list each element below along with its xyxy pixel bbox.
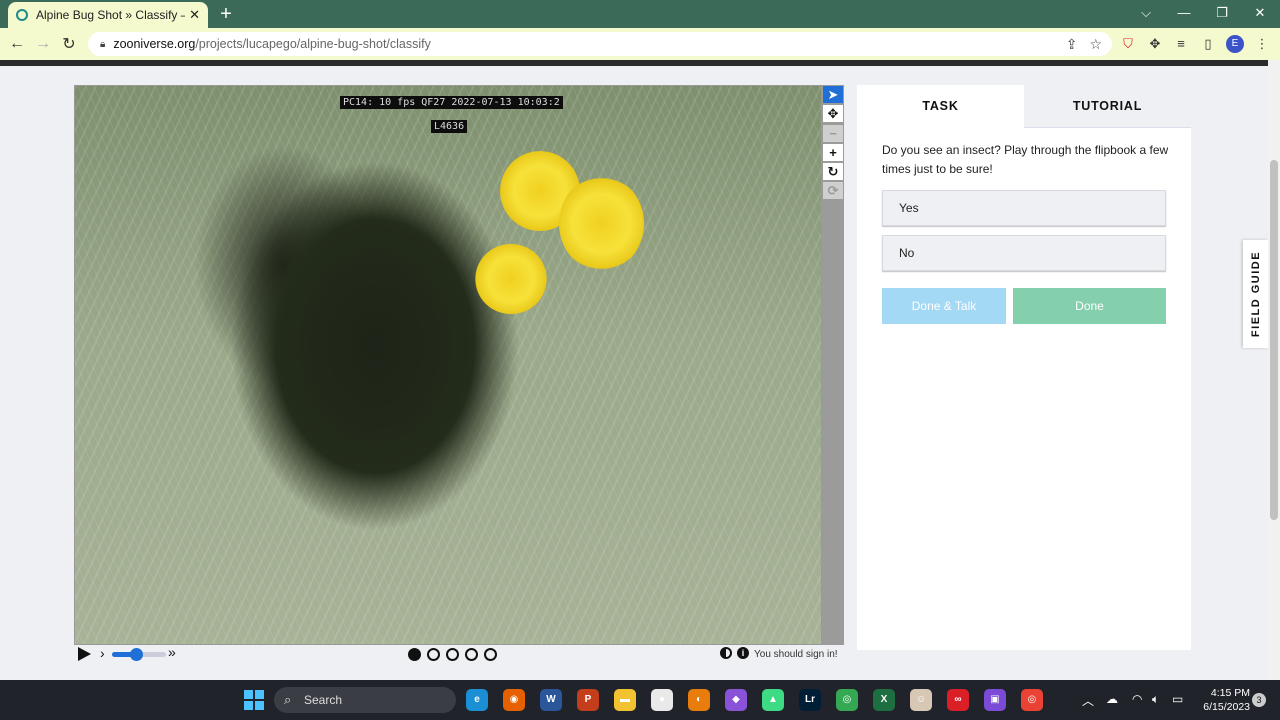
tab-tutorial[interactable]: TUTORIAL [1024, 85, 1191, 128]
pointer-tool-icon[interactable]: ➤ [823, 86, 843, 103]
wifi-icon[interactable]: ◠ [1132, 692, 1142, 706]
done-button[interactable]: Done [1013, 288, 1166, 324]
frame-dot[interactable] [408, 648, 421, 661]
play-icon[interactable] [78, 647, 91, 661]
panel-tabs: TASK TUTORIAL [857, 85, 1191, 128]
bookmark-star-icon[interactable]: ☆ [1089, 36, 1102, 53]
minimize-button[interactable]: — [1166, 0, 1202, 26]
frame-dot[interactable] [465, 648, 478, 661]
speed-slider[interactable] [112, 648, 166, 661]
lock-icon: 🔒︎ [100, 38, 106, 50]
task-panel: TASK TUTORIAL Do you see an insect? Play… [857, 85, 1191, 650]
tab-task[interactable]: TASK [857, 85, 1024, 128]
volume-icon[interactable]: 🔈︎ [1152, 692, 1159, 707]
forward-icon[interactable]: → [30, 35, 56, 53]
chrome-icon[interactable]: ◎ [836, 689, 858, 711]
speed-slider-knob[interactable] [130, 648, 144, 661]
new-tab-button[interactable]: + [216, 2, 236, 26]
clipchamp-icon[interactable]: ▣ [984, 689, 1006, 711]
close-window-button[interactable]: ✕ [1242, 0, 1278, 26]
windows-start-icon[interactable] [244, 690, 264, 710]
creative-cloud-icon[interactable]: ∞ [947, 689, 969, 711]
firefox-icon[interactable]: ◉ [503, 689, 525, 711]
extensions-puzzle-icon[interactable]: ✥ [1145, 34, 1165, 54]
powerpoint-icon[interactable]: P [577, 689, 599, 711]
profile-avatar[interactable]: E [1226, 35, 1244, 53]
shield-extension-icon[interactable]: ⛉ [1118, 34, 1138, 54]
viewer-toolbar: ➤ ✥ − + ↻ ⟳ [822, 85, 844, 645]
share-icon[interactable]: ⇪ [1066, 36, 1078, 53]
word-icon[interactable]: W [540, 689, 562, 711]
frame-dot[interactable] [446, 648, 459, 661]
info-icon[interactable]: i [737, 647, 749, 659]
answer-yes-button[interactable]: Yes [882, 190, 1166, 226]
frame-dots [408, 648, 497, 661]
url-host: zooniverse.org [113, 37, 196, 51]
frame-dot[interactable] [484, 648, 497, 661]
reading-list-icon[interactable]: ≡ [1171, 34, 1191, 54]
frame-dot[interactable] [427, 648, 440, 661]
done-and-talk-button[interactable]: Done & Talk [882, 288, 1006, 324]
field-guide-label: FIELD GUIDE [1249, 250, 1262, 338]
pan-tool-icon[interactable]: ✥ [823, 105, 843, 122]
excel-icon[interactable]: X [873, 689, 895, 711]
zooniverse-favicon-icon [16, 9, 28, 21]
penguin-app-icon[interactable]: ● [651, 689, 673, 711]
search-icon: ⌕ [284, 692, 292, 707]
address-bar[interactable]: 🔒︎ zooniverse.org/projects/lucapego/alpi… [88, 32, 1112, 56]
task-question: Do you see an insect? Play through the f… [882, 143, 1169, 176]
edge-icon[interactable]: e [466, 689, 488, 711]
rotate-icon[interactable]: ↻ [823, 163, 843, 180]
contrast-icon[interactable] [720, 647, 732, 659]
battery-icon[interactable]: ▭ [1172, 692, 1183, 706]
reload-icon[interactable]: ↻ [56, 34, 82, 54]
browser-menu-icon[interactable]: ⋮ [1252, 34, 1272, 54]
onedrive-icon[interactable]: ☁ [1106, 692, 1118, 706]
faster-icon[interactable]: » [168, 644, 176, 660]
clock-time: 4:15 PM [1210, 687, 1250, 699]
zoom-out-icon[interactable]: − [823, 125, 843, 142]
camera-stamp: PC14: 10 fps QF27 2022-07-13 10:03:2 [340, 96, 563, 109]
flipbook-controls: › » i You should sign in! [74, 644, 846, 665]
subject-image [75, 86, 821, 644]
chrome-profile-icon[interactable]: ◎ [1021, 689, 1043, 711]
yellow-flower [475, 244, 547, 314]
taskbar-search[interactable]: ⌕ Search [274, 687, 456, 713]
maximize-button[interactable]: ❐ [1204, 0, 1240, 26]
slower-icon[interactable]: › [100, 645, 105, 661]
page-header-band [0, 60, 1268, 66]
sign-in-message[interactable]: You should sign in! [754, 649, 838, 660]
page-scrollbar[interactable] [1268, 60, 1280, 680]
android-studio-icon[interactable]: ▲ [762, 689, 784, 711]
clock-date: 6/15/2023 [1203, 701, 1250, 713]
answer-no-button[interactable]: No [882, 235, 1166, 271]
url-path: /projects/lucapego/alpine-bug-shot/class… [195, 37, 431, 51]
side-panel-icon[interactable]: ▯ [1198, 34, 1218, 54]
scrollbar-thumb[interactable] [1270, 160, 1278, 520]
tray-overflow-icon[interactable]: ︿ [1082, 692, 1094, 709]
file-explorer-icon[interactable]: ▬ [614, 689, 636, 711]
tab-search-icon[interactable]: ⌵ [1128, 0, 1164, 26]
character-app-icon[interactable]: ☺ [910, 689, 932, 711]
taskbar-search-label: Search [304, 693, 343, 707]
back-icon[interactable]: ← [4, 35, 30, 53]
browser-tab[interactable]: Alpine Bug Shot » Classify — Zoo ✕ [8, 2, 208, 28]
lightroom-icon[interactable]: Lr [799, 689, 821, 711]
tab-close-icon[interactable]: ✕ [189, 7, 200, 23]
yellow-flower [559, 176, 644, 271]
drop-app-icon[interactable]: ◆ [725, 689, 747, 711]
tab-title: Alpine Bug Shot » Classify — Zoo [36, 8, 185, 22]
reset-view-icon[interactable]: ⟳ [823, 182, 843, 199]
notification-badge[interactable]: 3 [1252, 693, 1266, 707]
subject-viewer[interactable]: PC14: 10 fps QF27 2022-07-13 10:03:2 L46… [74, 85, 822, 645]
frame-stamp: L4636 [431, 120, 468, 133]
taskbar-clock[interactable]: 4:15 PM 6/15/2023 [1196, 686, 1250, 714]
zoom-in-icon[interactable]: + [823, 144, 843, 161]
blender-icon[interactable]: ◐ [688, 689, 710, 711]
field-guide-tab[interactable]: FIELD GUIDE [1243, 240, 1268, 348]
